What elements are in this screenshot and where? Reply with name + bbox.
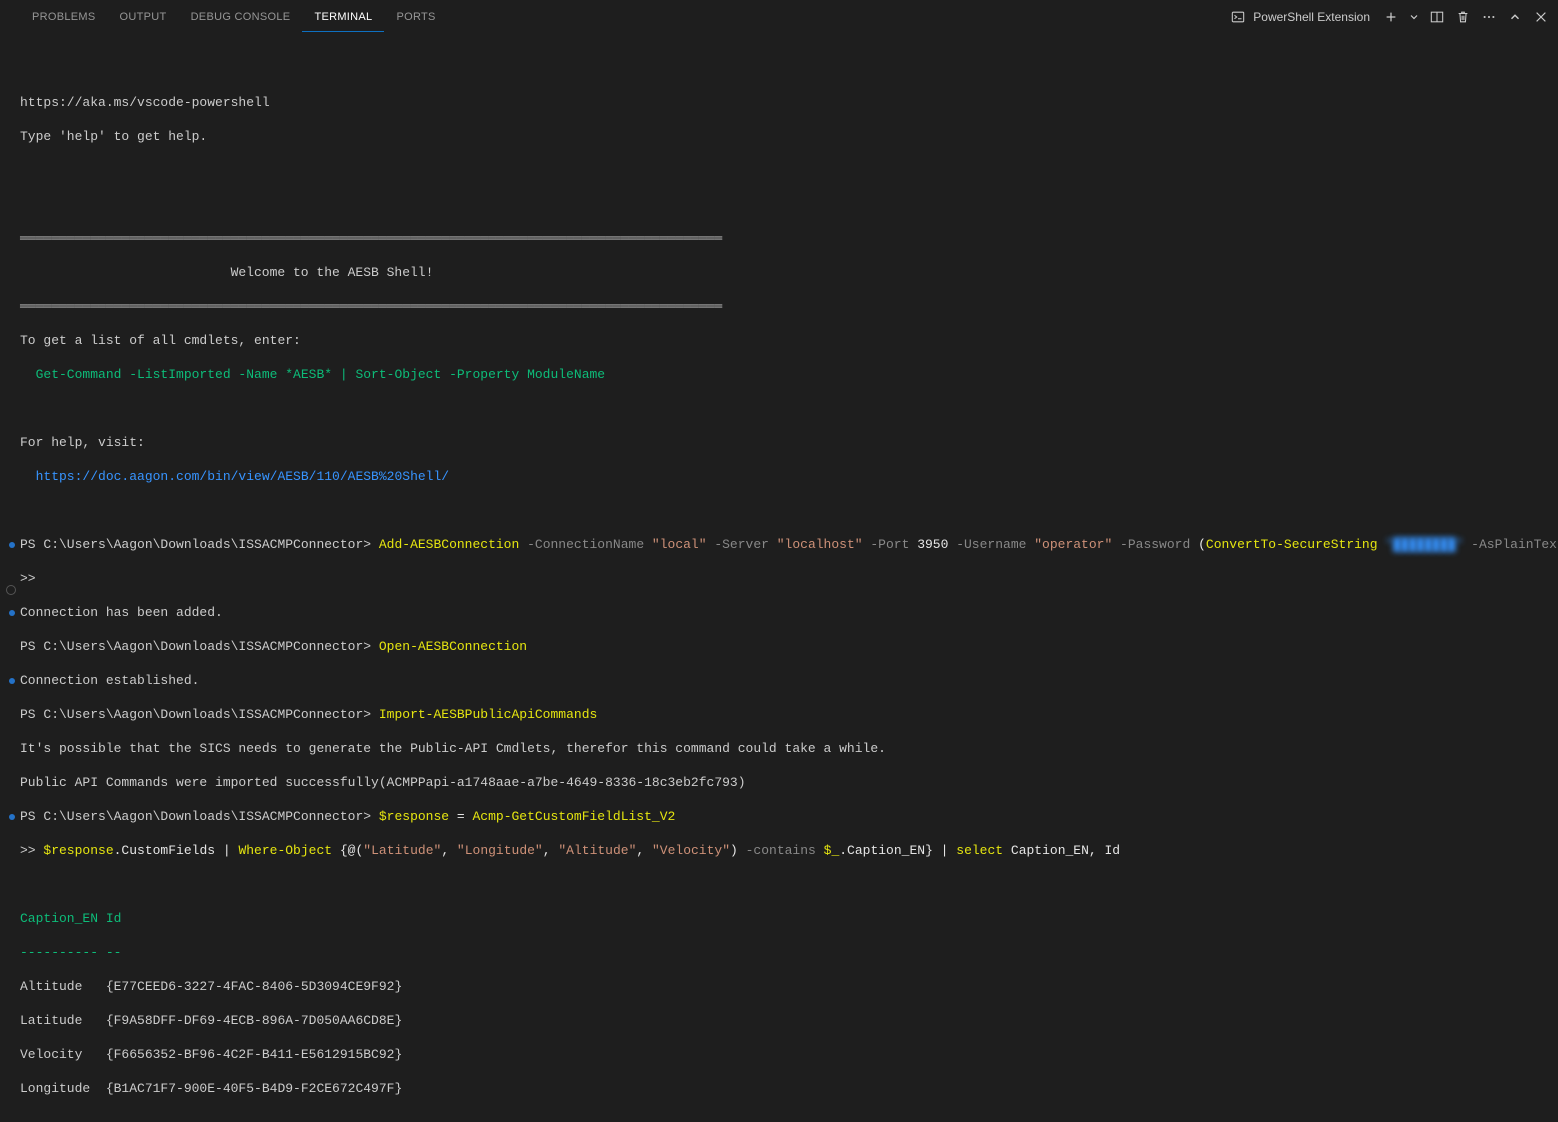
terminal-icon <box>1229 8 1247 26</box>
terminal-output[interactable]: https://aka.ms/vscode-powershell Type 'h… <box>0 35 1558 1122</box>
tab-ports[interactable]: PORTS <box>384 3 447 32</box>
terminal-line: For help, visit: <box>20 434 1538 451</box>
table-header: Caption_EN Id <box>20 910 1538 927</box>
prompt: PS C:\Users\Aagon\Downloads\ISSACMPConne… <box>20 707 379 722</box>
status-dot <box>9 610 15 616</box>
panel-tabs: PROBLEMS OUTPUT DEBUG CONSOLE TERMINAL P… <box>20 3 448 32</box>
table-row: Altitude {E77CEED6-3227-4FAC-8406-5D3094… <box>20 978 1538 995</box>
prompt: PS C:\Users\Aagon\Downloads\ISSACMPConne… <box>20 639 379 654</box>
terminal-line <box>20 196 1538 213</box>
cmdlet: Import-AESBPublicApiCommands <box>379 707 597 722</box>
table-row: Latitude {F9A58DFF-DF69-4ECB-896A-7D050A… <box>20 1012 1538 1029</box>
terminal-profile-button[interactable]: PowerShell Extension <box>1225 6 1374 28</box>
terminal-line: Public API Commands were imported succes… <box>20 774 1538 791</box>
tab-output[interactable]: OUTPUT <box>108 3 179 32</box>
table-row: Longitude {B1AC71F7-900E-40F5-B4D9-F2CE6… <box>20 1080 1538 1097</box>
terminal-line <box>20 502 1538 519</box>
status-indicator-icon <box>6 585 16 595</box>
terminal-line: Type 'help' to get help. <box>20 128 1538 145</box>
split-terminal-icon[interactable] <box>1428 8 1446 26</box>
table-row: Velocity {F6656352-BF96-4C2F-B411-E56129… <box>20 1046 1538 1063</box>
terminal-line: ════════════════════════════════════════… <box>20 298 1538 315</box>
cmdlet: Open-AESBConnection <box>379 639 527 654</box>
cmdlet: Add-AESBConnection <box>379 537 519 552</box>
terminal-link[interactable]: https://doc.aagon.com/bin/view/AESB/110/… <box>20 468 1538 485</box>
status-dot <box>9 542 15 548</box>
terminal-controls: PowerShell Extension <box>1225 6 1550 28</box>
close-icon[interactable] <box>1532 8 1550 26</box>
terminal-line: ════════════════════════════════════════… <box>20 230 1538 247</box>
terminal-line: It's possible that the SICS needs to gen… <box>20 740 1538 757</box>
terminal-command-line: PS C:\Users\Aagon\Downloads\ISSACMPConne… <box>20 808 1538 825</box>
tab-debug-console[interactable]: DEBUG CONSOLE <box>179 3 303 32</box>
terminal-line: https://aka.ms/vscode-powershell <box>20 94 1538 111</box>
chevron-down-icon[interactable] <box>1408 8 1420 26</box>
tab-problems[interactable]: PROBLEMS <box>20 3 108 32</box>
status-dot <box>9 814 15 820</box>
terminal-line: Get-Command -ListImported -Name *AESB* |… <box>20 366 1538 383</box>
terminal-command-line: PS C:\Users\Aagon\Downloads\ISSACMPConne… <box>20 536 1538 553</box>
terminal-command-line: >> $response.CustomFields | Where-Object… <box>20 842 1538 859</box>
terminal-line <box>20 876 1538 893</box>
chevron-up-icon[interactable] <box>1506 8 1524 26</box>
terminal-welcome: Welcome to the AESB Shell! <box>20 264 644 281</box>
prompt: PS C:\Users\Aagon\Downloads\ISSACMPConne… <box>20 537 379 552</box>
terminal-line: >> <box>20 570 1538 587</box>
tab-terminal[interactable]: TERMINAL <box>302 3 384 32</box>
terminal-profile-label: PowerShell Extension <box>1253 10 1370 24</box>
status-dot <box>9 678 15 684</box>
terminal-command-line: PS C:\Users\Aagon\Downloads\ISSACMPConne… <box>20 638 1538 655</box>
masked-password: "████████" <box>1378 537 1464 552</box>
terminal-line <box>20 60 1538 77</box>
terminal-line: To get a list of all cmdlets, enter: <box>20 332 1538 349</box>
terminal-line <box>20 400 1538 417</box>
terminal-line: Connection has been added. <box>20 604 1538 621</box>
terminal-line: Connection established. <box>20 672 1538 689</box>
prompt: PS C:\Users\Aagon\Downloads\ISSACMPConne… <box>20 809 379 824</box>
terminal-command-line: PS C:\Users\Aagon\Downloads\ISSACMPConne… <box>20 706 1538 723</box>
cmdlet: Acmp-GetCustomFieldList_V2 <box>472 809 675 824</box>
new-terminal-icon[interactable] <box>1382 8 1400 26</box>
more-icon[interactable] <box>1480 8 1498 26</box>
table-divider: ---------- -- <box>20 944 1538 961</box>
terminal-line <box>20 162 1538 179</box>
panel-tab-bar: PROBLEMS OUTPUT DEBUG CONSOLE TERMINAL P… <box>0 0 1558 35</box>
trash-icon[interactable] <box>1454 8 1472 26</box>
